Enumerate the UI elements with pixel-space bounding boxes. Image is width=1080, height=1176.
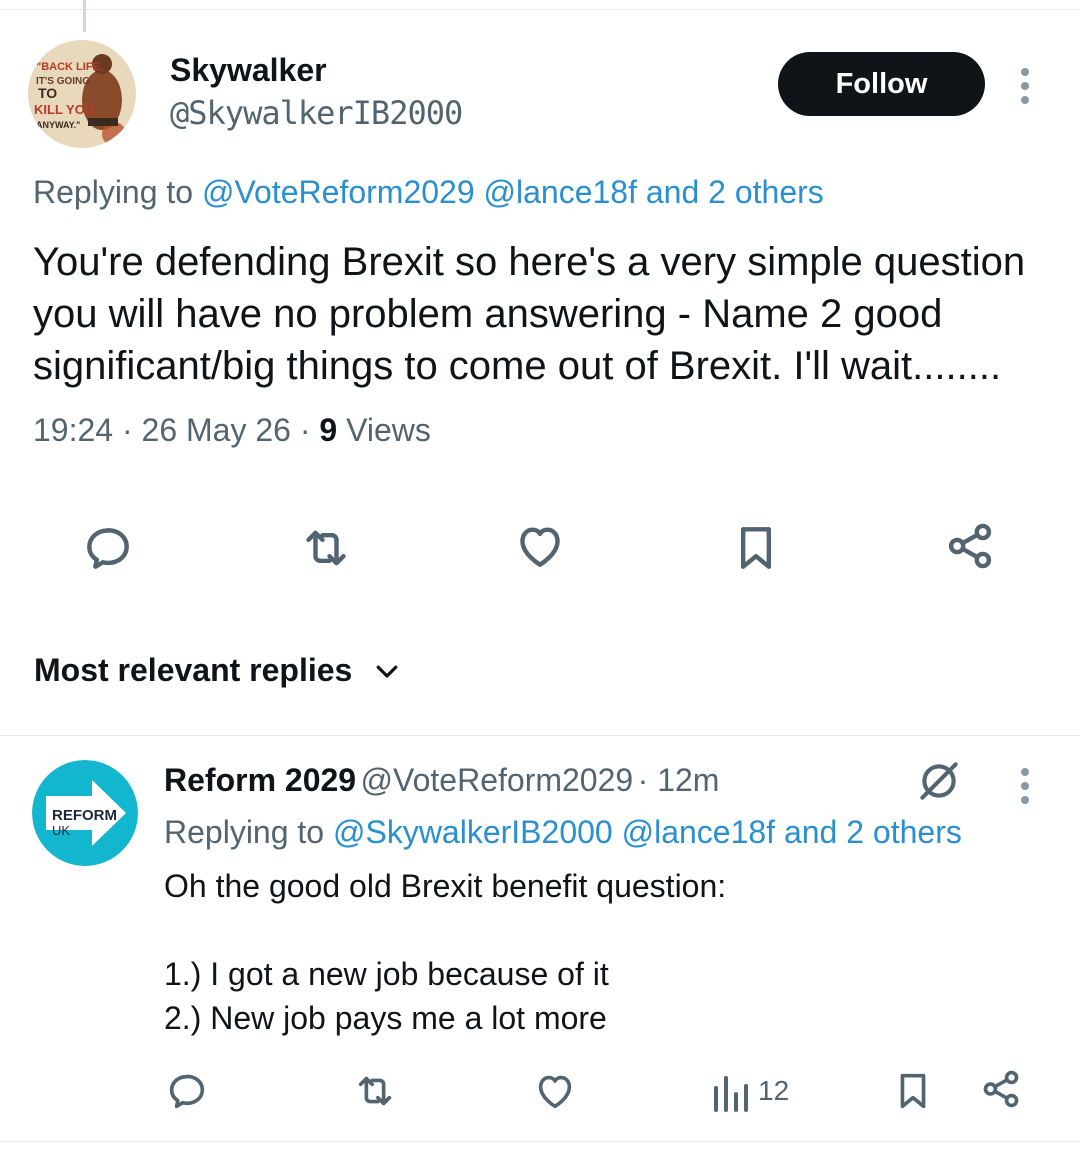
like-button[interactable] <box>512 518 568 574</box>
bookmark-icon <box>740 527 772 569</box>
reply-views-button[interactable]: 12 <box>710 1070 789 1112</box>
reform-logo: REFORM UK <box>32 760 138 866</box>
replying-to-line: Replying to @VoteReform2029 @lance18f an… <box>33 174 824 211</box>
tweet-date[interactable]: 26 May 26 <box>142 412 291 448</box>
reply-replying-to-label: Replying to <box>164 814 325 850</box>
bottom-divider <box>0 1141 1080 1142</box>
reply-text: Oh the good old Brexit benefit question:… <box>164 864 1044 1040</box>
follow-button[interactable]: Follow <box>778 52 985 116</box>
reply-author-avatar[interactable]: REFORM UK <box>32 760 138 866</box>
heart-icon <box>520 527 560 567</box>
heart-icon <box>538 1075 572 1109</box>
grok-icon <box>920 762 958 800</box>
views-label: Views <box>346 412 431 448</box>
share-icon <box>983 1070 1019 1108</box>
thread-line <box>83 0 86 32</box>
chevron-down-icon <box>376 665 398 678</box>
reply-text-line: 1.) I got a new job because of it <box>164 956 609 992</box>
author-handle[interactable]: @SkywalkerIB2000 <box>170 94 463 132</box>
reply-author-handle[interactable]: @VoteReform2029 <box>361 762 634 798</box>
tweet-metadata: 19:24 · 26 May 26 · 9 Views <box>33 412 431 448</box>
reply-text-line <box>164 908 1044 952</box>
svg-text:TO: TO <box>38 85 57 101</box>
reply-header: Reform 2029 @VoteReform2029 · 12m <box>164 762 720 798</box>
reply-text-line: Oh the good old Brexit benefit question: <box>164 868 727 904</box>
replies-sort-label: Most relevant replies <box>34 652 353 688</box>
grok-button[interactable] <box>914 756 964 806</box>
reply-button[interactable] <box>80 520 136 576</box>
bookmark-icon <box>900 1073 926 1109</box>
bookmark-button[interactable] <box>728 520 784 576</box>
author-avatar[interactable]: "BACK LIFE, IT'S GOING TO KILL YOU ANYWA… <box>28 40 136 148</box>
tweet-text-line: significant/big things to come out of Br… <box>33 344 1002 388</box>
reply-author-name[interactable]: Reform 2029 <box>164 762 356 798</box>
svg-text:KILL YOU: KILL YOU <box>34 102 94 117</box>
replies-sort-dropdown[interactable]: Most relevant replies <box>34 652 402 689</box>
avatar-image: "BACK LIFE, IT'S GOING TO KILL YOU ANYWA… <box>28 40 136 148</box>
reply-more-options-icon[interactable] <box>1021 768 1029 804</box>
reply-like-button[interactable] <box>532 1068 578 1114</box>
reply-replying-to-mentions[interactable]: @SkywalkerIB2000 @lance18f and 2 others <box>333 814 962 850</box>
svg-text:REFORM: REFORM <box>52 807 117 824</box>
tweet-text: You're defending Brexit so here's a very… <box>33 236 1063 392</box>
svg-text:"BACK LIFE,: "BACK LIFE, <box>36 61 103 73</box>
reply-views-count: 12 <box>758 1075 790 1106</box>
share-icon <box>948 523 992 569</box>
replying-to-mentions[interactable]: @VoteReform2029 @lance18f and 2 others <box>202 174 824 210</box>
retweet-icon <box>358 1076 392 1106</box>
replies-divider <box>0 735 1080 736</box>
top-divider <box>0 9 1080 10</box>
reply-retweet-button[interactable] <box>352 1068 398 1114</box>
author-name[interactable]: Skywalker <box>170 52 327 89</box>
svg-text:ANYWAY.": ANYWAY." <box>36 120 80 130</box>
reply-text-line: 2.) New job pays me a lot more <box>164 1000 607 1036</box>
more-options-icon[interactable] <box>1021 68 1029 104</box>
reply-time[interactable]: 12m <box>657 762 719 798</box>
svg-text:UK: UK <box>52 823 70 838</box>
tweet-text-line: You're defending Brexit so here's a very… <box>33 240 1026 284</box>
replying-to-label: Replying to <box>33 174 194 210</box>
reply-reply-button[interactable] <box>164 1068 210 1114</box>
share-button[interactable] <box>942 518 998 574</box>
reply-bookmark-button[interactable] <box>890 1068 936 1114</box>
reply-icon <box>169 1074 205 1109</box>
analytics-icon <box>714 1076 748 1112</box>
retweet-icon <box>306 530 346 566</box>
retweet-button[interactable] <box>298 520 354 576</box>
reply-share-button[interactable] <box>978 1066 1024 1112</box>
tweet-time[interactable]: 19:24 <box>33 412 113 448</box>
reply-replying-to-line: Replying to @SkywalkerIB2000 @lance18f a… <box>164 814 962 851</box>
reply-icon <box>87 528 129 569</box>
views-count: 9 <box>319 412 338 448</box>
tweet-text-line: you will have no problem answering - Nam… <box>33 292 943 336</box>
